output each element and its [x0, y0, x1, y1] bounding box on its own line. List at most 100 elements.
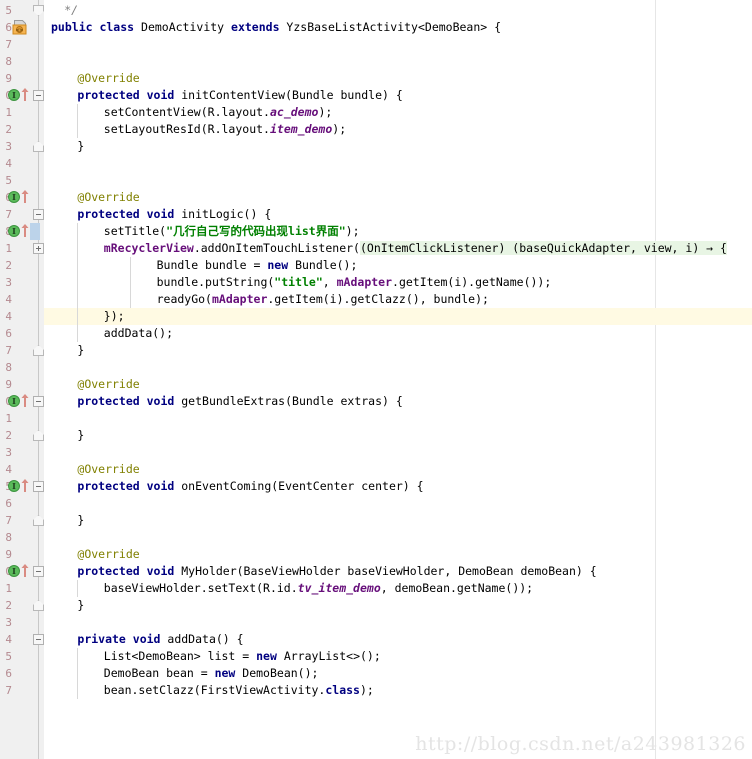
code-token: @Override	[77, 71, 140, 85]
code-line[interactable]: */	[0, 2, 752, 19]
code-line[interactable]: addData();	[0, 325, 752, 342]
code-line-text: }	[77, 512, 84, 529]
code-line-text: protected void onEventComing(EventCenter…	[77, 478, 423, 495]
code-line-text: @Override	[77, 189, 139, 206]
code-line[interactable]: setContentView(R.layout.ac_demo);	[0, 104, 752, 121]
code-token: item_demo	[269, 122, 333, 136]
code-line[interactable]: protected void getBundleExtras(Bundle ex…	[0, 393, 752, 410]
code-line-text: @Override	[77, 376, 139, 393]
code-line[interactable]: setLayoutResId(R.layout.item_demo);	[0, 121, 752, 138]
code-token: );	[332, 122, 347, 136]
code-token: .getItem(i).getClazz(), bundle);	[267, 292, 489, 306]
code-token: @Override	[77, 547, 140, 561]
code-line-text: @Override	[77, 70, 139, 87]
code-line[interactable]: protected void initContentView(Bundle bu…	[0, 87, 752, 104]
code-token: public class	[51, 20, 142, 34]
code-token: addData();	[103, 326, 174, 340]
code-line[interactable]	[0, 614, 752, 631]
code-editor[interactable]: 5678901234567812344678901234567890123456…	[0, 0, 752, 759]
code-token: DemoBean();	[242, 666, 319, 680]
code-line[interactable]: Bundle bundle = new Bundle();	[0, 257, 752, 274]
code-token: , demoBean.getName());	[380, 581, 534, 595]
code-line[interactable]: @Override	[0, 461, 752, 478]
code-line[interactable]: }	[0, 138, 752, 155]
code-token: addData() {	[167, 632, 244, 646]
code-token: mAdapter	[211, 292, 268, 306]
code-line[interactable]: @Override	[0, 376, 752, 393]
code-line[interactable]: @Override	[0, 546, 752, 563]
code-line-text: mRecyclerView.addOnItemTouchListener((On…	[104, 240, 727, 257]
code-line-text: });	[104, 308, 125, 325]
code-line-text: private void addData() {	[77, 631, 243, 648]
code-token: DemoBean bean =	[103, 666, 215, 680]
code-token: protected void	[77, 88, 182, 102]
code-line[interactable]: bundle.putString("title", mAdapter.getIt…	[0, 274, 752, 291]
code-line[interactable]: }	[0, 597, 752, 614]
code-line[interactable]: bean.setClazz(FirstViewActivity.class);	[0, 682, 752, 699]
code-token: private void	[77, 632, 168, 646]
code-line[interactable]: public class DemoActivity extends YzsBas…	[0, 19, 752, 36]
code-token: baseViewHolder.setText(R.id.	[103, 581, 298, 595]
code-token: setTitle(	[103, 224, 167, 238]
code-line[interactable]	[0, 172, 752, 189]
code-line[interactable]: protected void initLogic() {	[0, 206, 752, 223]
code-line[interactable]: DemoBean bean = new DemoBean();	[0, 665, 752, 682]
code-line[interactable]	[0, 36, 752, 53]
code-line-text: }	[77, 597, 84, 614]
code-token: Bundle();	[295, 258, 358, 272]
code-line[interactable]: List<DemoBean> list = new ArrayList<>();	[0, 648, 752, 665]
code-token: readyGo(	[156, 292, 212, 306]
code-token: bundle.putString(	[156, 275, 275, 289]
code-line[interactable]: @Override	[0, 189, 752, 206]
code-line[interactable]: @Override	[0, 70, 752, 87]
code-line-text: }	[77, 138, 84, 155]
code-token: mAdapter	[336, 275, 393, 289]
code-token: "title"	[274, 275, 323, 289]
code-line[interactable]	[0, 529, 752, 546]
code-token: protected void	[77, 564, 182, 578]
code-line[interactable]: baseViewHolder.setText(R.id.tv_item_demo…	[0, 580, 752, 597]
code-line-text: addData();	[104, 325, 173, 342]
code-line-text: readyGo(mAdapter.getItem(i).getClazz(), …	[157, 291, 489, 308]
code-line[interactable]: mRecyclerView.addOnItemTouchListener((On…	[0, 240, 752, 257]
code-line-text: }	[77, 427, 84, 444]
code-token: (OnItemClickListener) (baseQuickAdapter,…	[359, 241, 727, 255]
code-token: setContentView(R.layout.	[103, 105, 270, 119]
code-line[interactable]	[0, 410, 752, 427]
code-line[interactable]: });	[0, 308, 752, 325]
code-token: onEventComing(EventCenter center) {	[181, 479, 424, 493]
code-line[interactable]: protected void MyHolder(BaseViewHolder b…	[0, 563, 752, 580]
code-content-area[interactable]: 5678901234567812344678901234567890123456…	[0, 0, 752, 759]
code-token: protected void	[77, 394, 182, 408]
code-token: */	[64, 3, 79, 17]
code-token: extends	[231, 20, 287, 34]
code-token: }	[77, 598, 85, 612]
code-token: getBundleExtras(Bundle extras) {	[181, 394, 403, 408]
code-token: }	[77, 139, 85, 153]
code-line[interactable]: protected void onEventComing(EventCenter…	[0, 478, 752, 495]
code-line[interactable]	[0, 155, 752, 172]
code-line[interactable]: readyGo(mAdapter.getItem(i).getClazz(), …	[0, 291, 752, 308]
code-line[interactable]: }	[0, 512, 752, 529]
code-line[interactable]: }	[0, 427, 752, 444]
code-token: YzsBaseListActivity<DemoBean> {	[286, 20, 502, 34]
code-line-text: protected void getBundleExtras(Bundle ex…	[77, 393, 402, 410]
code-line[interactable]: }	[0, 342, 752, 359]
code-line[interactable]	[0, 359, 752, 376]
code-token: List<DemoBean> list =	[103, 649, 257, 663]
code-line[interactable]: private void addData() {	[0, 631, 752, 648]
code-token: @Override	[77, 462, 140, 476]
code-line-text: setContentView(R.layout.ac_demo);	[104, 104, 333, 121]
code-line[interactable]	[0, 444, 752, 461]
code-token: }	[77, 513, 85, 527]
code-token: setLayoutResId(R.layout.	[103, 122, 270, 136]
code-line-text: protected void initContentView(Bundle bu…	[77, 87, 402, 104]
code-token: @Override	[77, 377, 140, 391]
code-line-text: DemoBean bean = new DemoBean();	[104, 665, 319, 682]
code-line[interactable]	[0, 495, 752, 512]
code-line[interactable]: setTitle("几行自己写的代码出现list界面");	[0, 223, 752, 240]
code-line[interactable]	[0, 53, 752, 70]
code-token: initLogic() {	[181, 207, 272, 221]
code-token: .addOnItemTouchListener(	[193, 241, 360, 255]
code-line-text: */	[64, 2, 78, 19]
